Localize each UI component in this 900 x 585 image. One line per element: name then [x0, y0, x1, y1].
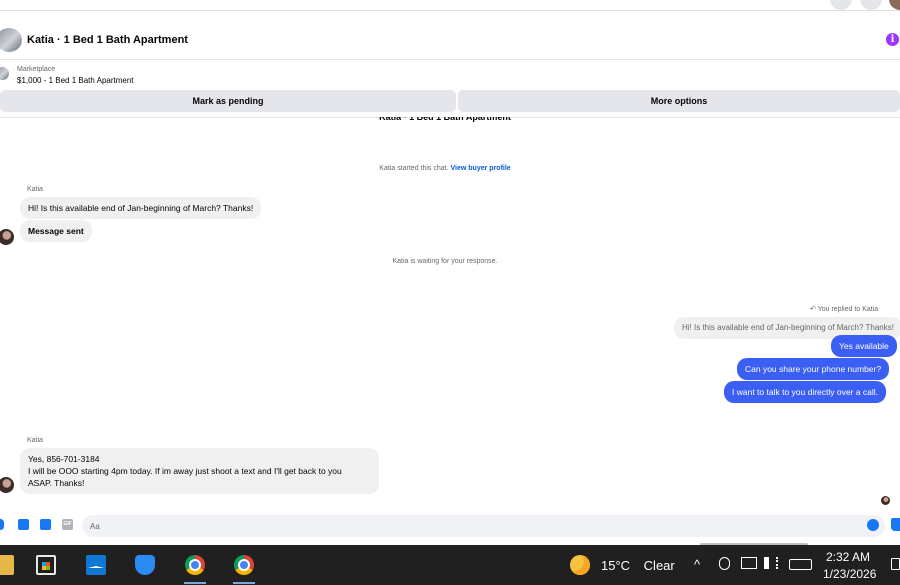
replied-label: ↶ You replied to Katia: [810, 305, 878, 313]
profile-avatar[interactable]: [889, 0, 900, 10]
moon-weather-icon[interactable]: [570, 555, 590, 575]
chat-started-text: Katia started this chat.: [379, 165, 449, 172]
folder-icon: [0, 555, 14, 575]
notification-icon[interactable]: [891, 558, 900, 570]
message-composer: GIF: [0, 510, 900, 544]
network-icon[interactable]: [741, 557, 757, 569]
chrome-icon: [234, 555, 254, 575]
taskbar-app[interactable]: [82, 551, 110, 579]
taskbar-app[interactable]: [131, 551, 159, 579]
listing-source: Marketplace: [17, 66, 56, 73]
sender-avatar[interactable]: [0, 229, 14, 245]
gif-icon[interactable]: GIF: [62, 519, 73, 530]
taskbar-app[interactable]: [32, 551, 60, 579]
chat-started-notice: Katia started this chat. View buyer prof…: [0, 165, 890, 172]
more-options-button[interactable]: More options: [458, 90, 900, 112]
listing-price-title: $1,000 - 1 Bed 1 Bath Apartment: [17, 76, 134, 85]
weather-temperature: 15°C: [601, 558, 631, 573]
top-strip: [0, 0, 900, 11]
incoming-message[interactable]: Hi! Is this available end of Jan-beginni…: [20, 197, 262, 219]
chrome-icon: [185, 555, 205, 575]
message-line: Yes, 856-701-3184: [28, 454, 100, 464]
seen-avatar-icon: [881, 496, 890, 505]
listing-small-thumbnail: [0, 67, 9, 80]
sender-name: Katia: [27, 186, 43, 193]
toolbar-circle-icon[interactable]: [830, 0, 852, 10]
meet-icon[interactable]: [719, 557, 730, 570]
message-input[interactable]: [82, 515, 885, 537]
replied-text: You replied to Katia: [817, 306, 879, 313]
weather-condition: Clear: [643, 558, 675, 573]
incoming-message[interactable]: Message sent: [20, 220, 92, 242]
mark-as-pending-button[interactable]: Mark as pending: [0, 90, 456, 112]
mail-icon: [86, 555, 106, 575]
waiting-notice: Katia is waiting for your response.: [392, 258, 498, 265]
clock-date[interactable]: 1/23/2026: [823, 567, 876, 581]
listing-summary[interactable]: Marketplace $1,000 - 1 Bed 1 Bath Apartm…: [0, 62, 900, 88]
message-line: ASAP. Thanks!: [28, 478, 85, 488]
messenger-window: Katia · 1 Bed 1 Bath Apartment i Marketp…: [0, 0, 900, 585]
taskbar-app[interactable]: [181, 551, 209, 584]
reply-arrow-icon: ↶: [810, 306, 816, 313]
info-icon[interactable]: i: [886, 33, 899, 46]
like-icon[interactable]: [891, 518, 900, 531]
taskbar: 15°C Clear ^ 2:32 AM 1/23/2026: [0, 545, 900, 585]
listing-thumbnail[interactable]: [0, 28, 22, 52]
outgoing-message[interactable]: Can you share your phone number?: [737, 358, 890, 380]
message-line: I will be OOO starting 4pm today. If im …: [28, 466, 342, 476]
taskbar-app[interactable]: [0, 551, 18, 579]
emoji-icon[interactable]: [867, 519, 879, 531]
toolbar-circle-icon[interactable]: [860, 0, 882, 10]
keyboard-icon[interactable]: [789, 559, 812, 570]
taskbar-app[interactable]: [230, 551, 258, 584]
store-icon: [36, 555, 56, 575]
chat-title[interactable]: Katia · 1 Bed 1 Bath Apartment: [27, 34, 188, 46]
conversation-title: Katia · 1 Bed 1 Bath Apartment: [379, 112, 511, 122]
incoming-message[interactable]: Yes, 856-701-3184 I will be OOO starting…: [20, 448, 379, 494]
shield-icon: [135, 555, 155, 575]
outgoing-message[interactable]: I want to talk to you directly over a ca…: [724, 381, 886, 403]
message-input-field[interactable]: [82, 515, 885, 537]
tray-chevron-icon[interactable]: ^: [694, 557, 700, 572]
view-buyer-profile-link[interactable]: View buyer profile: [451, 165, 511, 172]
chat-header: Katia · 1 Bed 1 Bath Apartment i: [0, 20, 900, 60]
clock-time[interactable]: 2:32 AM: [826, 550, 870, 564]
sender-name: Katia: [27, 437, 43, 444]
sticker-icon[interactable]: [40, 519, 51, 530]
outgoing-message[interactable]: Yes available: [831, 335, 897, 357]
sender-avatar[interactable]: [0, 477, 14, 493]
volume-icon[interactable]: [764, 557, 778, 569]
photo-icon[interactable]: [18, 519, 29, 530]
microphone-icon[interactable]: [0, 519, 4, 530]
weather-widget[interactable]: 15°C Clear: [601, 558, 675, 573]
